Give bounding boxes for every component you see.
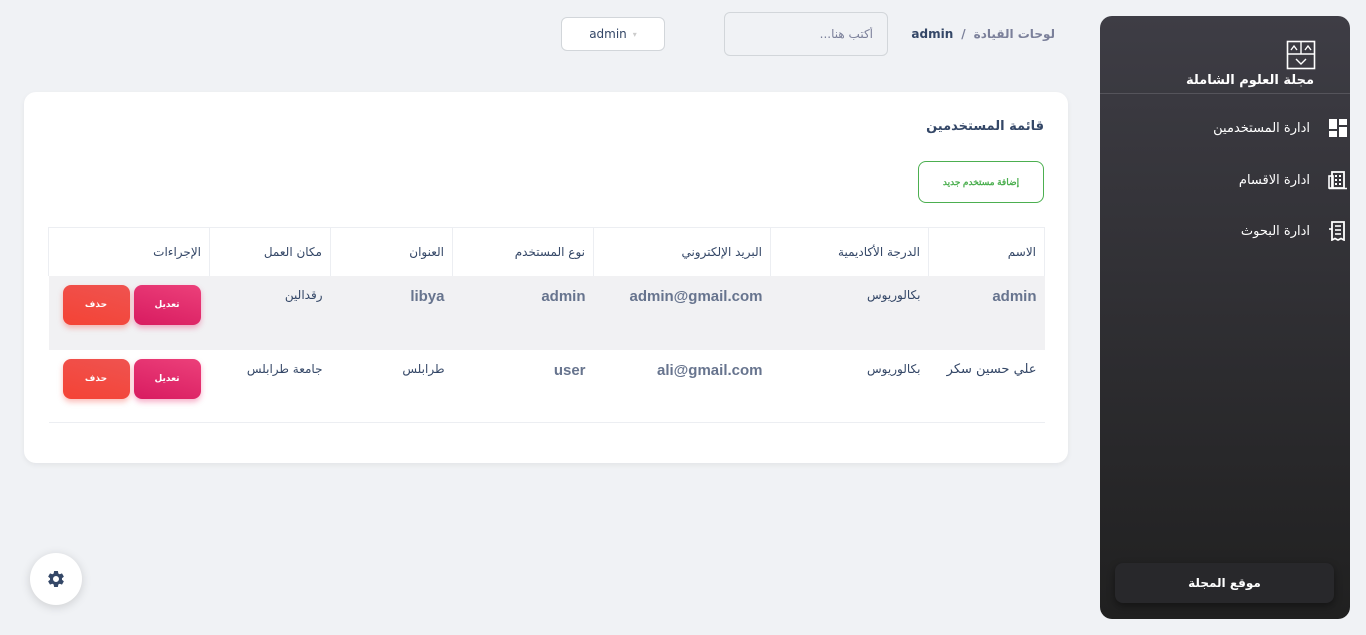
dashboard-icon (1329, 119, 1347, 137)
journal-logo-icon (1286, 40, 1316, 70)
edit-button[interactable]: تعديل (133, 284, 201, 325)
user-name: admin (589, 27, 627, 41)
cell-user-type: admin (452, 275, 594, 350)
cell-name: علي حسين سكر (928, 349, 1045, 423)
cell-workplace: جامعة طرابلس (209, 349, 331, 423)
cell-workplace: رقدالين (209, 275, 331, 350)
column-header-name: الاسم (928, 227, 1045, 276)
delete-button[interactable]: حذف (62, 358, 130, 399)
cell-email: admin@gmail.com (593, 275, 771, 350)
column-header-workplace: مكان العمل (209, 227, 331, 276)
table-row: علي حسين سكر بكالوريوس ali@gmail.com use… (48, 349, 1045, 423)
cell-degree: بكالوريوس (770, 275, 929, 350)
breadcrumb: لوحات القيادة / admin (905, 27, 1055, 41)
cell-address: طرابلس (330, 349, 453, 423)
breadcrumb-separator: / (961, 27, 966, 41)
sidebar-item-label: ادارة المستخدمين (1213, 120, 1310, 136)
receipt-icon (1329, 221, 1345, 241)
column-header-email: البريد الإلكتروني (593, 227, 771, 276)
sidebar-item-sections[interactable]: ادارة الاقسام (1140, 165, 1347, 195)
column-header-degree: الدرجة الأكاديمية (770, 227, 929, 276)
gear-icon (48, 571, 64, 587)
column-header-address: العنوان (330, 227, 453, 276)
cell-actions: تعديل حذف (48, 275, 210, 350)
sidebar-item-label: ادارة الاقسام (1238, 172, 1310, 188)
sidebar-item-label: ادارة البحوث (1240, 223, 1310, 239)
settings-button[interactable] (30, 553, 82, 605)
journal-site-button[interactable]: موقع المجلة (1115, 563, 1334, 603)
sidebar-item-research[interactable]: ادارة البحوث (1140, 216, 1345, 246)
cell-actions: تعديل حذف (48, 349, 210, 423)
search-input[interactable] (724, 12, 888, 56)
sidebar: مجلة العلوم الشاملة ادارة المستخدمين ادا… (1100, 16, 1350, 619)
cell-address: libya (330, 275, 453, 350)
brand-title: مجلة العلوم الشاملة (1185, 73, 1314, 88)
edit-button[interactable]: تعديل (133, 358, 201, 399)
cell-degree: بكالوريوس (770, 349, 929, 423)
breadcrumb-parent[interactable]: لوحات القيادة (974, 27, 1055, 41)
building-icon (1328, 171, 1347, 190)
users-card: قائمة المستخدمين إضافة مستخدم جديد الاسم… (24, 92, 1068, 463)
brand[interactable]: مجلة العلوم الشاملة (1100, 16, 1350, 94)
cell-email: ali@gmail.com (593, 349, 771, 423)
users-table: الاسم الدرجة الأكاديمية البريد الإلكترون… (48, 227, 1045, 423)
delete-button[interactable]: حذف (62, 284, 130, 325)
user-dropdown[interactable]: admin ▾ (561, 17, 665, 51)
page-title: قائمة المستخدمين (926, 119, 1044, 134)
sidebar-item-users[interactable]: ادارة المستخدمين (1140, 113, 1347, 143)
column-header-user-type: نوع المستخدم (452, 227, 594, 276)
chevron-down-icon: ▾ (632, 29, 637, 39)
cell-name: admin (928, 275, 1045, 350)
table-header-row: الاسم الدرجة الأكاديمية البريد الإلكترون… (48, 227, 1045, 276)
table-row: admin بكالوريوس admin@gmail.com admin li… (48, 275, 1045, 350)
cell-user-type: user (452, 349, 594, 423)
add-user-button[interactable]: إضافة مستخدم جديد (918, 161, 1044, 203)
breadcrumb-current: admin (911, 27, 954, 41)
column-header-actions: الإجراءات (48, 227, 210, 276)
